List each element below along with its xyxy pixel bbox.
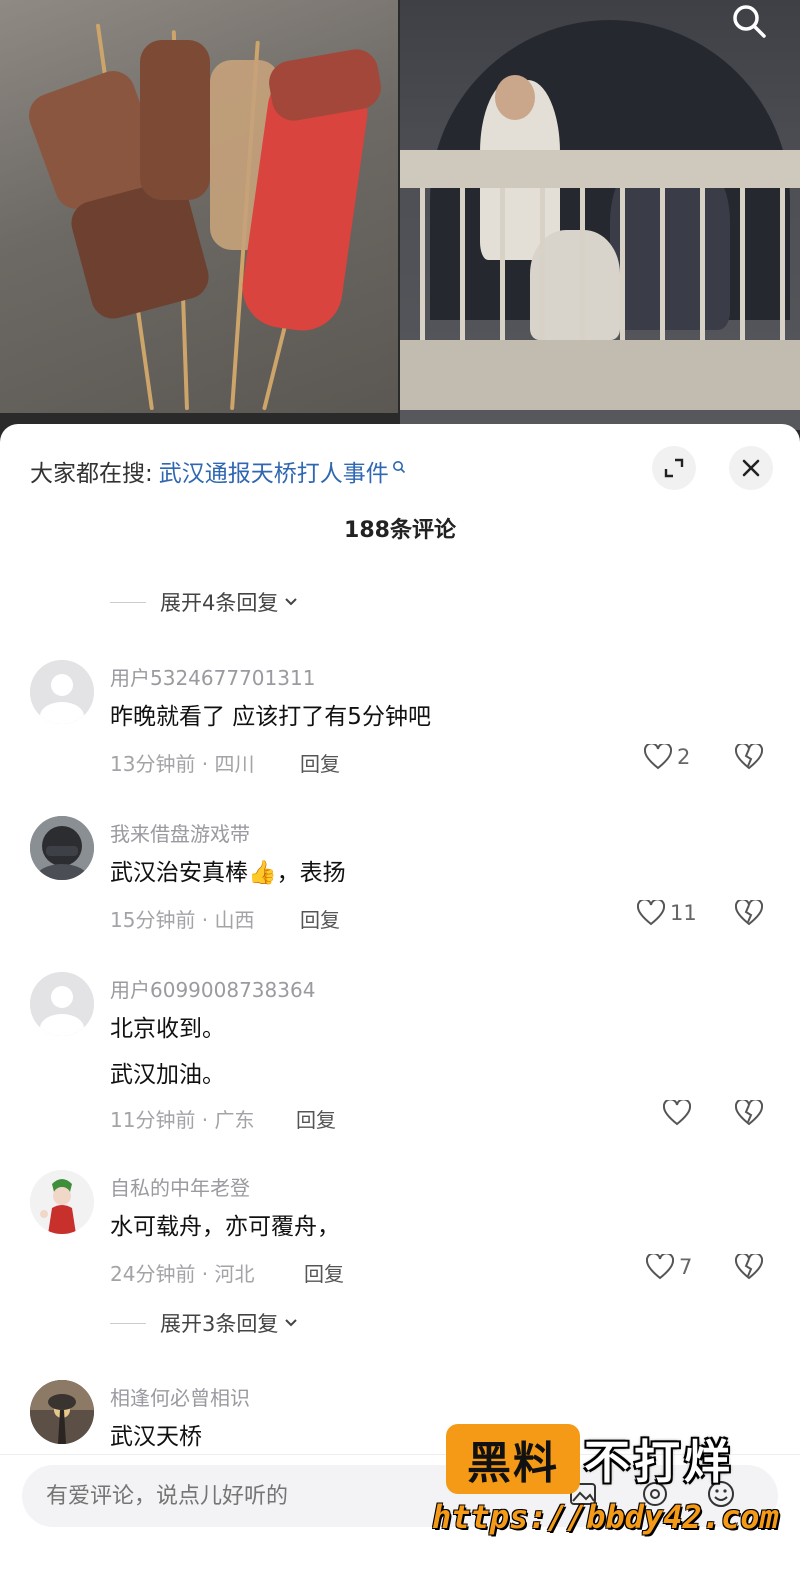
- avatar[interactable]: [30, 972, 94, 1036]
- comment-username[interactable]: 相逢何必曾相识: [110, 1382, 250, 1411]
- broken-heart-icon: [734, 898, 764, 926]
- expand-replies-label: 展开4条回复: [160, 591, 279, 615]
- broken-heart-icon: [734, 1098, 764, 1126]
- video-player[interactable]: [0, 0, 800, 430]
- comment-item: 我来借盘游戏带 武汉治安真棒👍，表扬 15分钟前 · 山西 回复 11: [0, 816, 800, 946]
- watermark-title: 不打烊: [584, 1435, 734, 1489]
- trending-topic-link[interactable]: 武汉通报天桥打人事件: [159, 454, 389, 488]
- chevron-down-icon: [285, 598, 298, 606]
- trending-search[interactable]: 大家都在搜: 武汉通报天桥打人事件: [30, 454, 406, 488]
- heart-icon: [644, 744, 672, 770]
- avatar[interactable]: [30, 1170, 94, 1234]
- comment-text: 武汉治安真棒👍，表扬: [110, 860, 346, 886]
- expand-replies-button[interactable]: 展开4条回复: [110, 587, 298, 617]
- comment-text-line-2: 武汉加油。: [110, 1062, 225, 1088]
- like-button[interactable]: 7: [646, 1254, 692, 1280]
- comment-username[interactable]: 我来借盘游戏带: [110, 818, 250, 847]
- avatar[interactable]: [30, 1380, 94, 1444]
- comment-text: 北京收到。: [110, 1016, 225, 1042]
- bridge-scene-image: [400, 0, 800, 430]
- reply-button[interactable]: 回复: [304, 1258, 344, 1287]
- like-button[interactable]: 11: [637, 900, 697, 926]
- small-search-icon: [392, 461, 405, 474]
- comment-item: 自私的中年老登 水可载舟，亦可覆舟， 24分钟前 · 河北 回复 7: [0, 1170, 800, 1300]
- reply-button[interactable]: 回复: [300, 904, 340, 933]
- avatar[interactable]: [30, 816, 94, 880]
- comment-username[interactable]: 用户6099008738364: [110, 974, 315, 1003]
- heart-icon: [637, 900, 665, 926]
- like-count: 2: [677, 745, 691, 769]
- dislike-button[interactable]: [734, 1252, 764, 1284]
- reply-button[interactable]: 回复: [296, 1104, 336, 1133]
- dislike-button[interactable]: [734, 742, 764, 774]
- comment-text: 昨晚就看了 应该打了有5分钟吧: [110, 704, 431, 730]
- dislike-button[interactable]: [734, 1098, 764, 1130]
- avatar[interactable]: [30, 660, 94, 724]
- comment-item: 用户5324677701311 昨晚就看了 应该打了有5分钟吧 13分钟前 · …: [0, 660, 800, 790]
- trending-prefix: 大家都在搜:: [30, 461, 153, 487]
- sunset-avatar-icon: [30, 1380, 94, 1444]
- divider: [110, 1322, 146, 1324]
- comment-sheet: 大家都在搜: 武汉通报天桥打人事件 188条评论 展开4条回复 用户532467…: [0, 424, 800, 1578]
- search-icon: [733, 5, 766, 38]
- broken-heart-icon: [734, 742, 764, 770]
- default-avatar-icon: [30, 972, 94, 1036]
- expand-replies-button[interactable]: 展开3条回复: [110, 1308, 298, 1338]
- comment-time-location: 24分钟前 · 河北: [110, 1262, 255, 1286]
- chevron-down-icon: [285, 1319, 298, 1327]
- comment-count: 188条评论: [344, 518, 456, 543]
- watermark-logo: 黑料: [446, 1424, 580, 1494]
- comment-time-location: 15分钟前 · 山西: [110, 908, 255, 932]
- heart-icon: [646, 1254, 674, 1280]
- heart-icon: [663, 1100, 691, 1126]
- like-button[interactable]: [663, 1100, 691, 1126]
- like-button[interactable]: 2: [644, 744, 690, 770]
- close-sheet-button[interactable]: [729, 446, 773, 490]
- close-icon: [742, 459, 760, 477]
- joker-avatar-icon: [30, 1170, 94, 1234]
- dislike-button[interactable]: [734, 898, 764, 930]
- comment-time-location: 11分钟前 · 广东: [110, 1108, 255, 1132]
- grilled-skewers-image: [0, 0, 398, 413]
- comment-time-location: 13分钟前 · 四川: [110, 752, 255, 776]
- broken-heart-icon: [734, 1252, 764, 1280]
- sheet-header: 大家都在搜: 武汉通报天桥打人事件 188条评论: [0, 424, 800, 564]
- like-count: 11: [670, 901, 697, 925]
- expand-icon: [664, 458, 684, 478]
- comment-item: 用户6099008738364 北京收到。 武汉加油。 11分钟前 · 广东 回…: [0, 972, 800, 1142]
- comment-username[interactable]: 自私的中年老登: [110, 1172, 250, 1201]
- search-button[interactable]: [728, 0, 770, 42]
- default-avatar-icon: [30, 660, 94, 724]
- like-count: 7: [679, 1255, 693, 1279]
- reply-button[interactable]: 回复: [300, 748, 340, 777]
- divider: [110, 601, 146, 603]
- comment-text: 水可载舟，亦可覆舟，: [110, 1214, 340, 1240]
- expand-sheet-button[interactable]: [652, 446, 696, 490]
- comment-username[interactable]: 用户5324677701311: [110, 662, 315, 691]
- watermark-url: https://bbdy42.com: [432, 1498, 779, 1536]
- comment-text: 武汉天桥: [110, 1424, 202, 1450]
- expand-replies-label: 展开3条回复: [160, 1312, 279, 1336]
- helmet-avatar-icon: [30, 816, 94, 880]
